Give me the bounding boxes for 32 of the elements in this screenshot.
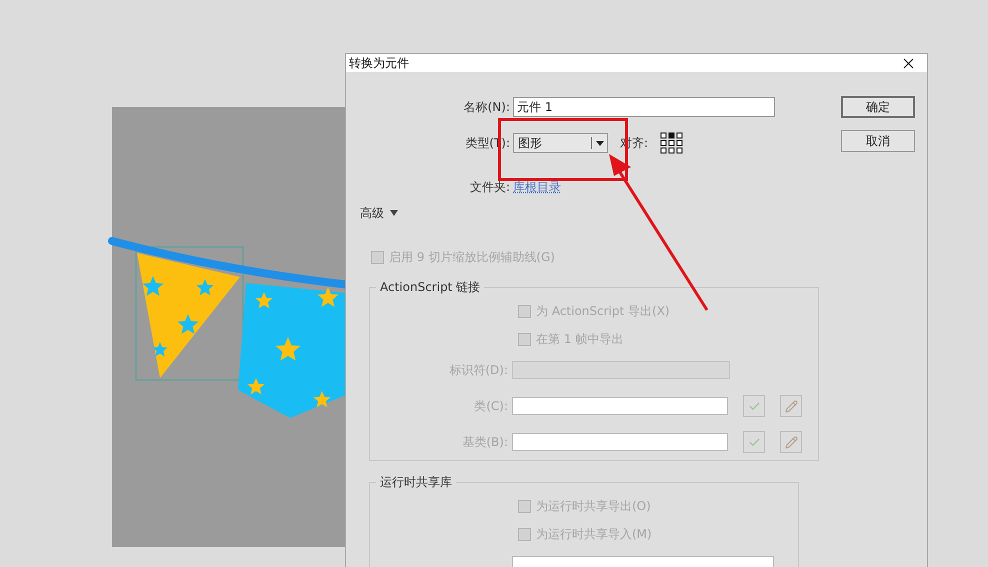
field-label: 标识符(D): [449,362,508,379]
registration-grid-icon[interactable] [660,132,684,154]
field-label: 基类(B): [462,434,508,451]
caret-icon[interactable] [390,209,398,217]
field-label: 名称(N): [462,99,511,116]
section-label[interactable]: 高级 [360,204,384,222]
name-field[interactable]: 元件 1 [513,97,775,117]
dialog-button[interactable]: 取消 [841,130,915,152]
validate-button[interactable] [743,431,765,453]
checkbox-label: 在第 1 帧中导出 [536,331,624,348]
checkbox-label: 为运行时共享导出(O) [536,498,651,515]
text-field[interactable] [512,433,728,451]
pencil-icon [784,400,798,412]
text-field[interactable] [512,361,730,379]
checkbox-label: 为运行时共享导入(M) [536,526,652,543]
field-label: 文件夹: [470,179,510,196]
group-title: ActionScript 链接 [380,280,480,294]
checkbox-label: 启用 9 切片缩放比例辅助线(G) [389,249,555,266]
edit-button[interactable] [780,431,802,453]
validate-button[interactable] [743,395,765,417]
check-icon [748,436,760,448]
field-label: 类(C): [474,398,508,415]
checkbox-label: 为 ActionScript 导出(X) [536,303,670,320]
group-title: 运行时共享库 [380,475,452,489]
pencil-icon [784,436,798,448]
window-title: 转换为元件 [349,55,409,72]
text-field[interactable] [512,397,728,415]
caret-icon [596,140,604,146]
dialog-button[interactable]: 确定 [841,96,915,118]
check-icon [748,400,760,412]
edit-button[interactable] [780,395,802,417]
type-dropdown[interactable]: 图形 [513,133,608,153]
